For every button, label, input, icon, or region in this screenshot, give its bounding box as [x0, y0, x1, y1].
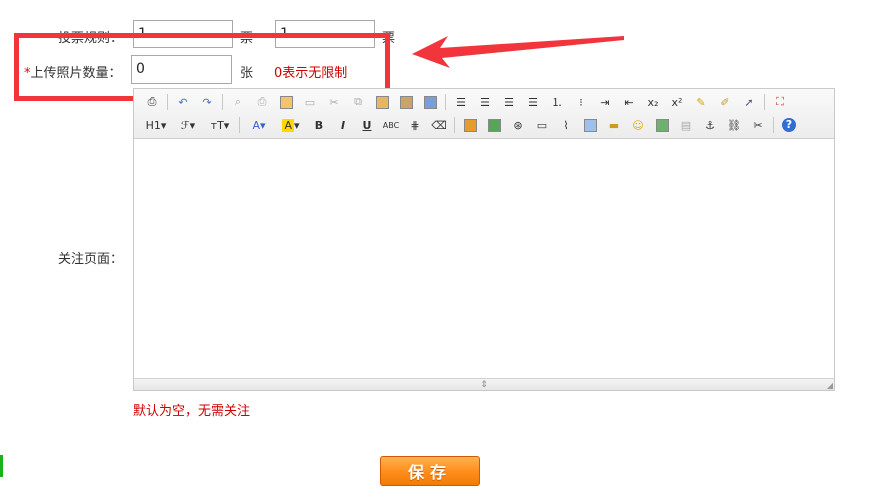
template-icon[interactable] [276, 92, 296, 112]
paste-icon[interactable] [372, 92, 392, 112]
clear-format-icon[interactable]: ✎ [691, 92, 711, 112]
anchor-icon[interactable]: ⚓ [700, 115, 720, 135]
select-all-icon[interactable]: ➚ [739, 92, 759, 112]
fullscreen-icon[interactable]: ⛶ [770, 92, 790, 112]
indent-icon[interactable]: ⇥ [595, 92, 615, 112]
bold-label: B [314, 118, 324, 132]
side-marker [0, 455, 3, 477]
font-color-dropdown[interactable]: A ▾ [245, 115, 273, 135]
paste-word-icon[interactable] [420, 92, 440, 112]
vote-rule-label: 投票规则： [58, 31, 124, 46]
corner-resize-icon[interactable]: ◢ [827, 381, 833, 390]
editor-toolbar: ⎙ ↶ ↷ ⌕ ⎙ ▭ ✂ ⧉ ☰ ☰ ☰ ☰ ⒈ ⁝ ⇥ ⇤ x₂ x² ✎ [134, 89, 834, 139]
editor-resize-handle-icon[interactable]: ⇕ [480, 380, 488, 390]
font-size-dropdown[interactable]: тT ▾ [206, 115, 234, 135]
save-button[interactable]: 保存 [380, 456, 480, 486]
paste-text-icon[interactable] [396, 92, 416, 112]
font-color-label: A [252, 118, 260, 132]
eraser-icon[interactable]: ⌫ [429, 115, 449, 135]
follow-page-label: 关注页面： [58, 252, 124, 267]
vote-rule-unit-1: 票 [240, 31, 254, 46]
rich-text-editor: ⎙ ↶ ↷ ⌕ ⎙ ▭ ✂ ⧉ ☰ ☰ ☰ ☰ ⒈ ⁝ ⇥ ⇤ x₂ x² ✎ [133, 88, 835, 391]
vote-rule-input-1[interactable]: 1 [133, 20, 233, 48]
source-icon[interactable]: ⎙ [142, 92, 162, 112]
upload-count-hint: 0表示无限制 [274, 66, 348, 81]
attachment-icon[interactable]: ⌇ [556, 115, 576, 135]
horizontal-line-icon[interactable]: ⋕ [405, 115, 425, 135]
underline-button[interactable]: U [357, 115, 377, 135]
outdent-icon[interactable]: ⇤ [619, 92, 639, 112]
follow-page-hint: 默认为空，无需关注 [133, 404, 251, 419]
upload-count-label-text: 上传照片数量： [30, 66, 122, 81]
vote-rule-input-2[interactable]: 1 [275, 20, 375, 48]
undo-icon[interactable]: ↶ [173, 92, 193, 112]
multi-image-icon[interactable] [484, 115, 504, 135]
align-center-icon[interactable]: ☰ [475, 92, 495, 112]
vote-rule-unit-2: 票 [382, 31, 396, 46]
bg-color-dropdown[interactable]: A ▾ [277, 115, 305, 135]
superscript-icon[interactable]: x² [667, 92, 687, 112]
snapscreen-icon[interactable]: ▤ [676, 115, 696, 135]
align-justify-icon[interactable]: ☰ [523, 92, 543, 112]
preview-icon[interactable]: ⌕ [228, 92, 248, 112]
heading-label: H1 [145, 118, 161, 132]
upload-count-input[interactable]: 0 [131, 55, 232, 84]
redo-icon[interactable]: ↷ [197, 92, 217, 112]
page-break-icon[interactable]: ▬ [604, 115, 624, 135]
bold-button[interactable]: B [309, 115, 329, 135]
font-family-dropdown[interactable]: ℱ ▾ [174, 115, 202, 135]
help-icon[interactable]: ? [779, 115, 799, 135]
strikethrough-button[interactable]: ABC [381, 115, 401, 135]
toolbar-row-2: H1 ▾ ℱ ▾ тT ▾ A ▾ A ▾ B I U ABC ⋕ ⌫ ⊛ ▭ ⌇ ▬ ☺… [142, 114, 803, 136]
map-icon[interactable] [652, 115, 672, 135]
strikethrough-label: ABC [382, 120, 400, 130]
insert-image-icon[interactable] [460, 115, 480, 135]
bg-color-label: A [282, 118, 294, 132]
cut-icon[interactable]: ✂ [324, 92, 344, 112]
italic-button[interactable]: I [333, 115, 353, 135]
align-left-icon[interactable]: ☰ [451, 92, 471, 112]
editor-statusbar: ⇕ ◢ [134, 378, 834, 390]
heading-dropdown[interactable]: H1 ▾ [142, 115, 170, 135]
italic-label: I [340, 118, 346, 132]
table-icon[interactable] [580, 115, 600, 135]
font-size-label: тT [210, 118, 224, 132]
emoticon-icon[interactable]: ☺ [628, 115, 648, 135]
copy-icon[interactable]: ⧉ [348, 92, 368, 112]
annotation-arrow [412, 36, 624, 68]
unordered-list-icon[interactable]: ⁝ [571, 92, 591, 112]
link-icon[interactable]: ⛓ [724, 115, 744, 135]
ordered-list-icon[interactable]: ⒈ [547, 92, 567, 112]
subscript-icon[interactable]: x₂ [643, 92, 663, 112]
underline-label: U [362, 118, 372, 132]
align-right-icon[interactable]: ☰ [499, 92, 519, 112]
upload-count-unit: 张 [240, 66, 254, 81]
editor-content-area[interactable] [134, 139, 834, 379]
upload-count-label: *上传照片数量： [24, 62, 122, 81]
print-icon[interactable]: ⎙ [252, 92, 272, 112]
flash-icon[interactable]: ⊛ [508, 115, 528, 135]
code-icon[interactable]: ▭ [300, 92, 320, 112]
toolbar-row-1: ⎙ ↶ ↷ ⌕ ⎙ ▭ ✂ ⧉ ☰ ☰ ☰ ☰ ⒈ ⁝ ⇥ ⇤ x₂ x² ✎ [142, 91, 794, 113]
video-icon[interactable]: ▭ [532, 115, 552, 135]
unlink-icon[interactable]: ✂ [748, 115, 768, 135]
font-family-label: ℱ [180, 118, 190, 132]
format-painter-icon[interactable]: ✐ [715, 92, 735, 112]
